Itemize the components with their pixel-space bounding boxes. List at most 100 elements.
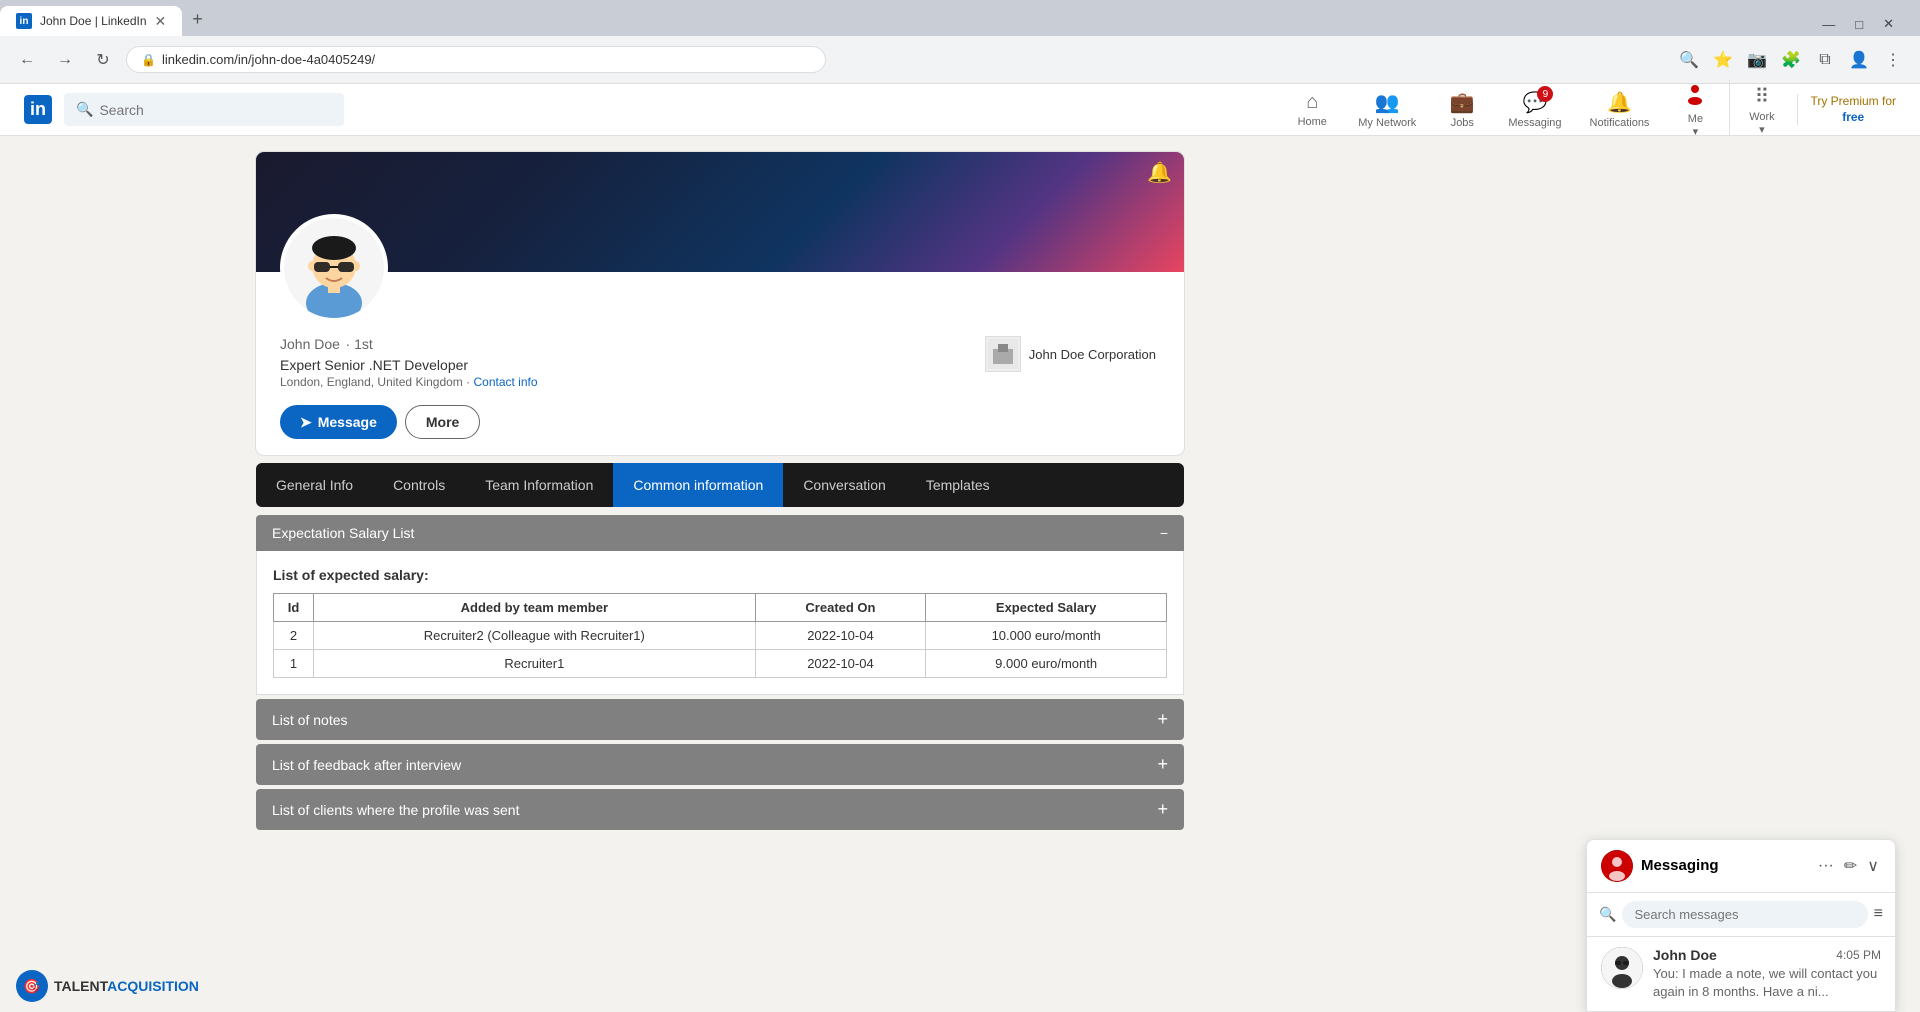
work-icon: ⠿ xyxy=(1755,84,1770,109)
profile-avatar-container xyxy=(280,214,388,322)
branding: 🎯 TALENTACQUISITION xyxy=(16,970,199,1002)
window-maximize[interactable]: □ xyxy=(1847,13,1871,36)
cell-added-by: Recruiter2 (Colleague with Recruiter1) xyxy=(314,622,756,650)
messaging-compose-button[interactable]: ✏ xyxy=(1842,854,1859,878)
tab-controls[interactable]: Controls xyxy=(373,463,465,507)
search-icon: 🔍 xyxy=(76,101,93,118)
cell-id: 2 xyxy=(274,622,314,650)
extensions-button[interactable]: 🧩 xyxy=(1776,45,1806,75)
reload-button[interactable]: ↻ xyxy=(88,45,118,75)
cell-created-on: 2022-10-04 xyxy=(755,650,926,678)
salary-section-body: List of expected salary: Id Added by tea… xyxy=(256,551,1184,695)
profile-banner: 🔔 xyxy=(256,152,1184,272)
messaging-collapse-button[interactable]: ∨ xyxy=(1865,854,1881,878)
tab-templates[interactable]: Templates xyxy=(906,463,1010,507)
new-tab-button[interactable]: + xyxy=(182,3,213,36)
me-icon xyxy=(1683,81,1707,111)
search-input[interactable] xyxy=(99,102,332,118)
notes-expand-icon: + xyxy=(1157,709,1168,730)
messaging-more-button[interactable]: ··· xyxy=(1816,855,1836,877)
messaging-controls: ··· ✏ ∨ xyxy=(1816,854,1881,878)
tab-title: John Doe | LinkedIn xyxy=(40,14,147,28)
messaging-panel: Messaging ··· ✏ ∨ 🔍 ≡ xyxy=(1586,839,1896,1012)
window-minimize[interactable]: — xyxy=(1814,13,1843,36)
send-icon: ➤ xyxy=(300,414,312,431)
message-time: 4:05 PM xyxy=(1836,948,1881,962)
search-bar[interactable]: 🔍 xyxy=(64,93,344,126)
cell-expected-salary: 9.000 euro/month xyxy=(926,650,1167,678)
tab-general-info[interactable]: General Info xyxy=(256,463,373,507)
profile-button[interactable]: 👤 xyxy=(1844,45,1874,75)
filter-icon[interactable]: ≡ xyxy=(1874,905,1883,923)
nav-item-home[interactable]: ⌂ Home xyxy=(1282,87,1342,132)
window-close[interactable]: ✕ xyxy=(1875,12,1902,36)
clients-header[interactable]: List of clients where the profile was se… xyxy=(256,789,1184,830)
messaging-badge: 9 xyxy=(1537,86,1553,102)
col-header-added-by: Added by team member xyxy=(314,594,756,622)
address-bar[interactable]: 🔒 linkedin.com/in/john-doe-4a0405249/ xyxy=(126,46,826,73)
tab-conversation[interactable]: Conversation xyxy=(783,463,906,507)
clients-section: List of clients where the profile was se… xyxy=(256,789,1184,830)
branding-text: TALENTACQUISITION xyxy=(54,978,199,994)
col-header-expected-salary: Expected Salary xyxy=(926,594,1167,622)
message-list: John Doe 4:05 PM You: I made a note, we … xyxy=(1587,937,1895,1011)
profile-actions: ➤ Message More xyxy=(256,405,1184,455)
cell-id: 1 xyxy=(274,650,314,678)
premium-button[interactable]: Try Premium for free xyxy=(1797,94,1896,125)
tab-close-button[interactable]: ✕ xyxy=(155,13,167,30)
forward-button[interactable]: → xyxy=(50,45,80,75)
cell-created-on: 2022-10-04 xyxy=(755,622,926,650)
clients-title: List of clients where the profile was se… xyxy=(272,802,519,818)
notes-title: List of notes xyxy=(272,712,348,728)
feedback-section: List of feedback after interview + xyxy=(256,744,1184,785)
back-button[interactable]: ← xyxy=(12,45,42,75)
network-icon: 👥 xyxy=(1375,90,1400,115)
nav-label-home: Home xyxy=(1298,116,1327,128)
nav-label-notifications: Notifications xyxy=(1590,117,1650,129)
notification-bell-icon[interactable]: 🔔 xyxy=(1147,160,1172,185)
nav-item-jobs[interactable]: 💼 Jobs xyxy=(1432,86,1492,133)
feedback-title: List of feedback after interview xyxy=(272,757,461,773)
split-view-button[interactable]: ⧉ xyxy=(1810,45,1840,75)
messaging-search-bar: 🔍 ≡ xyxy=(1587,893,1895,937)
salary-section-header[interactable]: Expectation Salary List − xyxy=(256,515,1184,551)
home-icon: ⌂ xyxy=(1306,91,1318,114)
message-item[interactable]: John Doe 4:05 PM You: I made a note, we … xyxy=(1587,937,1895,1011)
nav-item-network[interactable]: 👥 My Network xyxy=(1346,86,1428,133)
contact-info-link[interactable]: Contact info xyxy=(473,375,537,389)
messaging-search-icon: 🔍 xyxy=(1599,906,1616,923)
salary-table-row: 1 Recruiter1 2022-10-04 9.000 euro/month xyxy=(274,650,1167,678)
col-header-created-on: Created On xyxy=(755,594,926,622)
camera-button[interactable]: 📷 xyxy=(1742,45,1772,75)
tab-common-information[interactable]: Common information xyxy=(613,463,783,507)
tab-team-information[interactable]: Team Information xyxy=(465,463,613,507)
nav-label-me: Me xyxy=(1688,113,1703,125)
notes-section: List of notes + xyxy=(256,699,1184,740)
message-avatar xyxy=(1601,947,1643,989)
messaging-search-input[interactable] xyxy=(1622,901,1867,928)
message-preview: You: I made a note, we will contact you … xyxy=(1653,965,1881,1001)
search-toolbar-button[interactable]: 🔍 xyxy=(1674,45,1704,75)
more-button[interactable]: More xyxy=(405,405,480,439)
bookmark-button[interactable]: ⭐ xyxy=(1708,45,1738,75)
url-text: linkedin.com/in/john-doe-4a0405249/ xyxy=(162,52,811,67)
nav-item-messaging[interactable]: 💬 9 Messaging xyxy=(1496,86,1573,133)
salary-section: Expectation Salary List − List of expect… xyxy=(256,515,1184,695)
cell-expected-salary: 10.000 euro/month xyxy=(926,622,1167,650)
nav-item-work[interactable]: ⠿ Work ▾ xyxy=(1729,80,1789,140)
nav-label-network: My Network xyxy=(1358,117,1416,129)
lock-icon: 🔒 xyxy=(141,53,156,67)
nav-item-me[interactable]: Me ▾ xyxy=(1665,77,1725,142)
company-badge: John Doe Corporation xyxy=(981,332,1160,376)
nav-label-work: Work xyxy=(1749,111,1774,123)
message-button[interactable]: ➤ Message xyxy=(280,405,397,439)
profile-name: John Doe · 1st xyxy=(280,332,538,355)
nav-item-notifications[interactable]: 🔔 Notifications xyxy=(1578,86,1662,133)
notes-header[interactable]: List of notes + xyxy=(256,699,1184,740)
feedback-header[interactable]: List of feedback after interview + xyxy=(256,744,1184,785)
branding-icon: 🎯 xyxy=(16,970,48,1002)
plugin-tabs-container: General Info Controls Team Information C… xyxy=(256,463,1184,507)
nav-label-jobs: Jobs xyxy=(1451,117,1474,129)
notifications-icon: 🔔 xyxy=(1607,90,1632,115)
menu-button[interactable]: ⋮ xyxy=(1878,45,1908,75)
